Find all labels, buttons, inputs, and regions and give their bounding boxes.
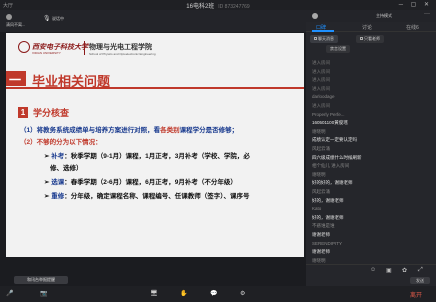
host-mode-label[interactable]: 主持模式	[376, 13, 392, 19]
system-message: 进入房间	[312, 85, 330, 91]
slide-header: 西安电子科技大学 XIDIAN UNIVERSITY 物理与光电工程学院 Sch…	[6, 33, 304, 61]
settings-button[interactable]: ⚙	[240, 290, 245, 297]
slide-title-block: 一 毕业相关问题	[6, 71, 304, 89]
system-message: 进入房间	[312, 60, 330, 65]
window-title: 16电科2班 ID 873247769	[186, 4, 250, 10]
chat-sender: 不惑谁是谁	[312, 223, 335, 229]
title-bar: 大厅 16电科2班 ID 873247769 ─ ▢ ✕	[0, 0, 436, 10]
point-1: （1）将教务系统成绩单与培养方案进行对照，看各类别课程学分是否修够；	[20, 127, 239, 134]
section-title: 学分核查	[33, 108, 70, 118]
raise-hand-button[interactable]: ✋	[180, 290, 187, 297]
bullet-makeup: ➢ 补考：秋季学期（9-1月）课程，1月正考，3月补考（学校、学院，必	[44, 153, 250, 160]
college-name-en: School of Physics and Optoelectronic Eng…	[89, 52, 156, 56]
chat-button[interactable]: 💬	[210, 290, 217, 297]
image-icon[interactable]: ▣	[386, 267, 392, 274]
chat-sender: 风起云涌	[312, 189, 330, 194]
chat-message: 160501100黄俊瑶	[312, 120, 348, 126]
presentation-slide: 西安电子科技大学 XIDIAN UNIVERSITY 物理与光电工程学院 Sch…	[6, 33, 304, 257]
tab-discussion[interactable]: 讨论	[362, 24, 372, 31]
chat-message: 好的，谢谢老师	[312, 214, 344, 220]
active-tab-indicator	[312, 30, 334, 32]
leave-button[interactable]: 离开	[410, 290, 422, 299]
participant-name: 清风不离...	[6, 22, 26, 27]
video-button[interactable]: 📷	[40, 290, 47, 297]
report-toast[interactable]: 和讯台举报提醒	[14, 276, 68, 284]
expand-icon[interactable]: ⤢	[418, 267, 423, 274]
chat-sender: SERENDIPITY	[312, 240, 343, 246]
chat-input-bar: ☺ ▣ ✿ ⤢ 发送	[306, 264, 436, 286]
university-name-en: XIDIAN UNIVERSITY	[32, 51, 61, 55]
chat-sender: 谢晓明	[312, 128, 326, 134]
host-avatar	[312, 13, 318, 19]
system-message: 进入房间	[312, 68, 330, 74]
chat-panel: 口碑 讨论 在线6 聊天消息 只看老师 禁言设置 进入房间 进入房间 进入房间 进入房…	[306, 22, 436, 286]
chat-message: 好的，谢谢老师	[312, 197, 344, 203]
share-button[interactable]: 🖥	[150, 290, 158, 297]
emoji-icon[interactable]: ☺	[370, 267, 376, 273]
college-name: 物理与光电工程学院	[89, 44, 152, 51]
send-button[interactable]: 发送	[410, 277, 430, 284]
more-icon[interactable]: ···	[424, 11, 430, 17]
system-message: 进入房间	[312, 77, 330, 83]
flower-icon[interactable]: ✿	[402, 267, 407, 274]
chat-sender: Properly Perfe...	[312, 111, 345, 117]
title-underline	[6, 87, 304, 89]
point-2: （2）不够的分为以下情况：	[20, 139, 102, 146]
microphone-icon: 🎙	[43, 16, 51, 22]
chat-message: 谢谢老师	[312, 232, 330, 237]
system-message: 进入房间	[312, 103, 330, 108]
chat-message: 谢谢老师	[312, 249, 330, 255]
chat-message: 成绩认定一定要认定吗	[312, 137, 357, 143]
checkbox-icon	[314, 37, 317, 41]
bullet-course-select: ➢ 选课：春季学期（2-6月）课程，6月正考，9月补考（不分年级）	[44, 179, 237, 186]
title-accent: 一	[6, 71, 26, 87]
chat-sender: 相个仙儿 进入房间	[312, 163, 350, 169]
chat-sender: 谢晓明	[312, 257, 326, 263]
bullet-makeup-cont: 修、选修）	[50, 165, 83, 172]
filter-chat-messages[interactable]: 聊天消息	[310, 35, 338, 43]
mute-settings-button[interactable]: 禁言设置	[326, 45, 350, 53]
chat-message: 好的好的，谢谢老师	[312, 180, 353, 186]
bottom-toolbar: 🎤 📷 🖥 ✋ 💬 ⚙ 离开	[0, 286, 436, 302]
chat-sender: Kato	[312, 206, 322, 212]
filter-teacher-only[interactable]: 只看老师	[356, 35, 384, 43]
logo-divider	[84, 41, 85, 55]
chat-filters: 聊天消息 只看老师 禁言设置	[306, 33, 436, 55]
tab-online[interactable]: 在线6	[406, 24, 419, 31]
right-header: 主持模式 ···	[306, 10, 436, 22]
section-number: 1	[18, 107, 28, 118]
speaking-status: 说话中	[52, 16, 64, 21]
checkbox-icon	[360, 37, 363, 41]
avatar	[6, 14, 12, 20]
panel-tabs: 口碑 讨论 在线6	[306, 22, 436, 32]
chat-sender: 谢晓明	[312, 171, 326, 177]
speaker-bar: 清风不离... 🎙 说话中	[0, 10, 306, 32]
chat-sender: 风起云涌	[312, 146, 330, 151]
mute-button[interactable]: 🎤	[6, 290, 13, 297]
window-controls[interactable]: ─ ▢ ✕	[399, 1, 432, 8]
chat-sender: darloodage	[312, 94, 335, 100]
university-logo-icon	[18, 41, 30, 53]
bullet-retake: ➢ 重修：分年级，确定课程名称、课程编号、任课教师（签字）、课序号	[44, 193, 250, 200]
chat-message: 四六级成绩什么时候刷新	[312, 154, 362, 160]
